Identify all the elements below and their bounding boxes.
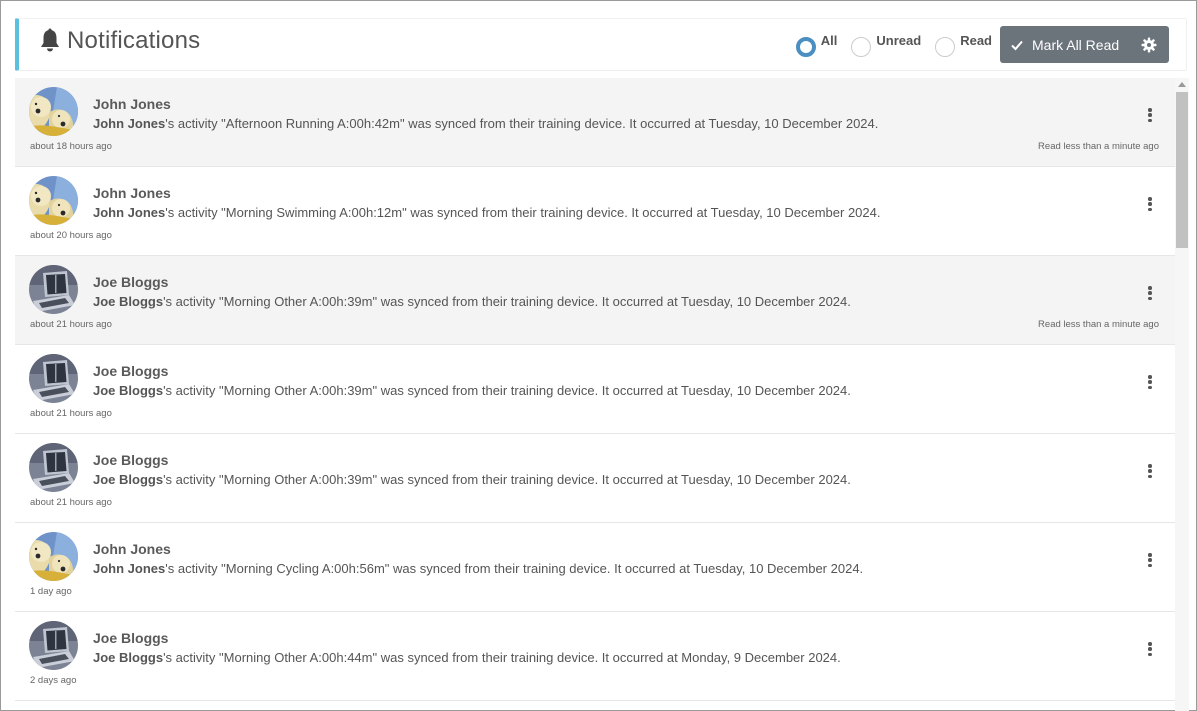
message-text: 's activity "Morning Cycling A:00h:56m" … bbox=[165, 561, 864, 576]
message-user-name: John Jones bbox=[93, 205, 166, 220]
notification-item[interactable]: John Jones John Jones's activity "Mornin… bbox=[15, 523, 1175, 612]
notification-time: about 20 hours ago bbox=[30, 230, 112, 241]
avatar bbox=[29, 443, 78, 492]
more-options-icon[interactable] bbox=[1143, 284, 1157, 302]
message-user-name: Joe Bloggs bbox=[93, 383, 164, 398]
more-options-icon[interactable] bbox=[1143, 195, 1157, 213]
notification-message: Joe Bloggs's activity "Morning Other A:0… bbox=[93, 650, 841, 665]
avatar bbox=[29, 87, 78, 136]
message-user-name: Joe Bloggs bbox=[93, 650, 164, 665]
filter-unread[interactable]: Unread bbox=[851, 33, 921, 57]
filter-read-label: Read bbox=[960, 33, 992, 48]
message-text: 's activity "Morning Other A:00h:39m" wa… bbox=[163, 383, 851, 398]
check-icon bbox=[1011, 40, 1023, 50]
notification-user-name[interactable]: Joe Bloggs bbox=[93, 630, 168, 646]
notification-item[interactable]: Joe Bloggs Joe Bloggs's activity "Mornin… bbox=[15, 434, 1175, 523]
message-user-name: Joe Bloggs bbox=[93, 472, 164, 487]
notification-user-name[interactable]: Joe Bloggs bbox=[93, 274, 168, 290]
notification-time: 2 days ago bbox=[30, 675, 77, 686]
message-text: 's activity "Morning Other A:00h:39m" wa… bbox=[163, 294, 851, 309]
mark-all-read-label: Mark All Read bbox=[1032, 36, 1120, 53]
message-user-name: Joe Bloggs bbox=[93, 294, 164, 309]
notification-item[interactable]: Joe Bloggs Joe Bloggs's activity "Mornin… bbox=[15, 345, 1175, 434]
notification-item[interactable]: Joe Bloggs Joe Bloggs's activity "Mornin… bbox=[15, 256, 1175, 345]
avatar bbox=[29, 354, 78, 403]
scroll-up-arrow-icon[interactable] bbox=[1178, 82, 1186, 87]
message-text: 's activity "Morning Other A:00h:39m" wa… bbox=[163, 472, 851, 487]
notification-message: John Jones's activity "Afternoon Running… bbox=[93, 116, 878, 131]
notification-time: about 21 hours ago bbox=[30, 319, 112, 330]
filter-all[interactable]: All bbox=[795, 33, 838, 57]
notification-message: John Jones's activity "Morning Swimming … bbox=[93, 205, 881, 220]
notification-user-name[interactable]: John Jones bbox=[93, 541, 171, 557]
read-time: Read less than a minute ago bbox=[1038, 319, 1159, 330]
message-user-name: John Jones bbox=[93, 561, 166, 576]
radio-all[interactable] bbox=[795, 37, 816, 57]
read-time: Read less than a minute ago bbox=[1038, 141, 1159, 152]
message-text: 's activity "Morning Swimming A:00h:12m"… bbox=[165, 205, 881, 220]
more-options-icon[interactable] bbox=[1143, 106, 1157, 124]
notification-item[interactable]: John Jones John Jones's activity "Mornin… bbox=[15, 167, 1175, 256]
notification-list: John Jones John Jones's activity "Aftern… bbox=[15, 78, 1175, 711]
notification-user-name[interactable]: John Jones bbox=[93, 96, 171, 112]
gear-icon[interactable] bbox=[1141, 37, 1157, 53]
avatar bbox=[29, 176, 78, 225]
message-text: 's activity "Afternoon Running A:00h:42m… bbox=[165, 116, 879, 131]
notification-time: about 18 hours ago bbox=[30, 141, 112, 152]
notification-message: Joe Bloggs's activity "Morning Other A:0… bbox=[93, 383, 851, 398]
radio-read[interactable] bbox=[935, 37, 956, 57]
radio-unread[interactable] bbox=[851, 37, 872, 57]
more-options-icon[interactable] bbox=[1143, 462, 1157, 480]
notification-time: 1 day ago bbox=[30, 586, 72, 597]
message-user-name: John Jones bbox=[93, 116, 166, 131]
notification-message: John Jones's activity "Morning Cycling A… bbox=[93, 561, 863, 576]
message-text: 's activity "Morning Other A:00h:44m" wa… bbox=[163, 650, 841, 665]
title-group: Notifications bbox=[39, 27, 200, 55]
notification-time: about 21 hours ago bbox=[30, 408, 112, 419]
notification-message: Joe Bloggs's activity "Morning Other A:0… bbox=[93, 472, 851, 487]
avatar bbox=[29, 532, 78, 581]
notification-item[interactable]: Joe Bloggs Joe Bloggs's activity "Mornin… bbox=[15, 612, 1175, 701]
filter-all-label: All bbox=[820, 33, 838, 48]
notification-item[interactable]: John Jones John Jones's activity "Aftern… bbox=[15, 78, 1175, 167]
more-options-icon[interactable] bbox=[1143, 373, 1157, 391]
read-filter-group: All Unread Read bbox=[782, 33, 992, 57]
page-title: Notifications bbox=[67, 27, 201, 54]
notification-message: Joe Bloggs's activity "Morning Other A:0… bbox=[93, 294, 851, 309]
notifications-header: Notifications All Unread Read Mark All R… bbox=[15, 18, 1187, 71]
filter-unread-label: Unread bbox=[876, 33, 922, 48]
avatar bbox=[29, 621, 78, 670]
more-options-icon[interactable] bbox=[1143, 640, 1157, 658]
notification-user-name[interactable]: Joe Bloggs bbox=[93, 452, 168, 468]
notification-user-name[interactable]: Joe Bloggs bbox=[93, 363, 168, 379]
more-options-icon[interactable] bbox=[1143, 551, 1157, 569]
notification-time: about 21 hours ago bbox=[30, 497, 112, 508]
scrollbar[interactable] bbox=[1175, 78, 1189, 711]
avatar bbox=[29, 265, 78, 314]
scroll-thumb[interactable] bbox=[1176, 92, 1188, 248]
mark-all-read-button[interactable]: Mark All Read bbox=[1000, 26, 1169, 63]
filter-read[interactable]: Read bbox=[935, 33, 992, 57]
notification-user-name[interactable]: John Jones bbox=[93, 185, 171, 201]
bell-icon bbox=[41, 28, 59, 52]
